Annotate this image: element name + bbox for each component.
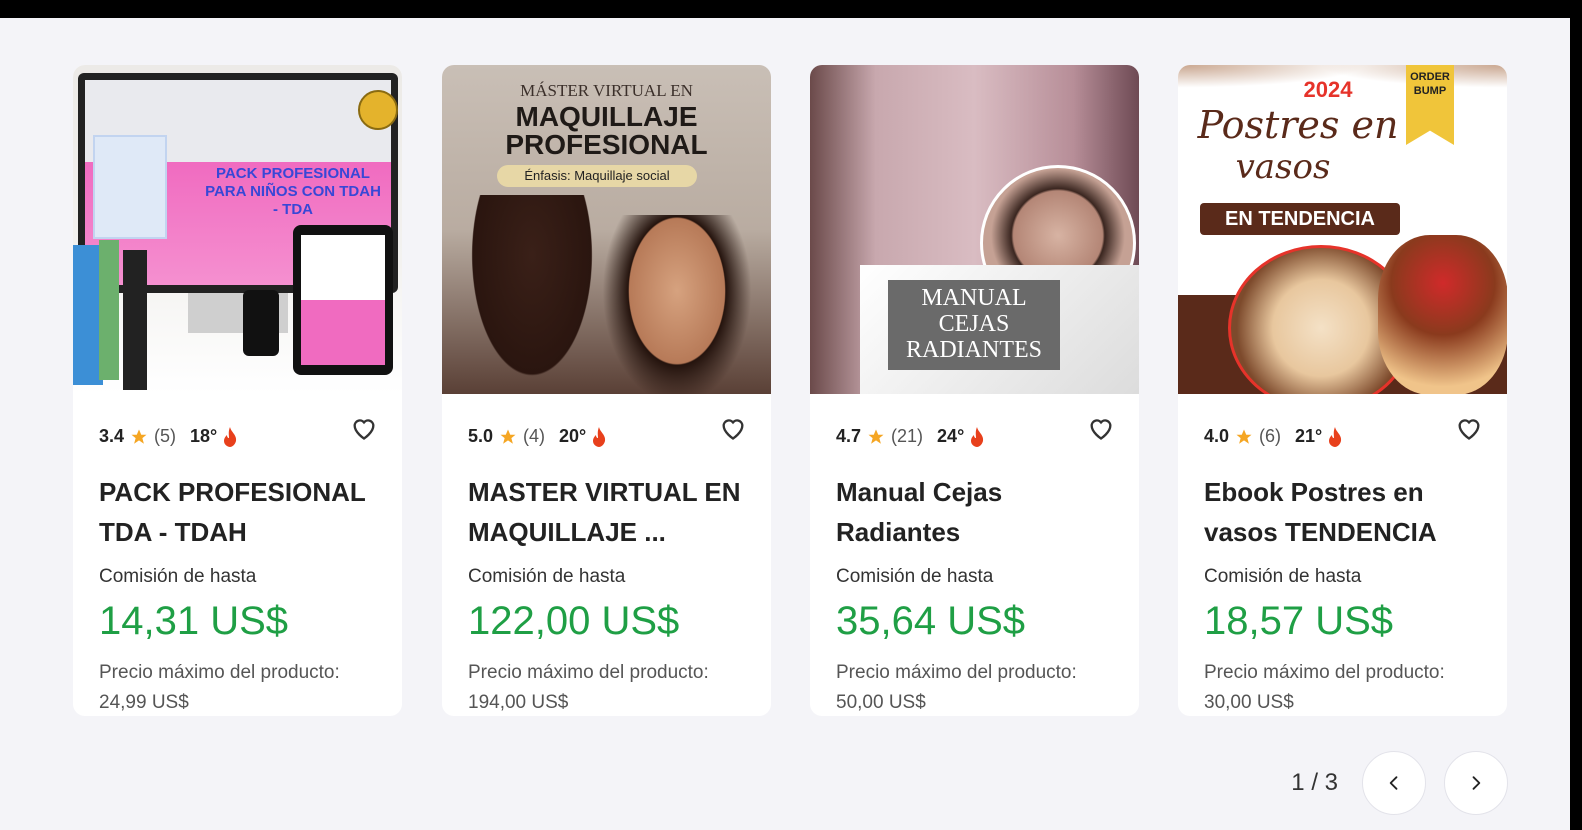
rating-value: 5.0 <box>468 426 494 446</box>
rating-row: 4.0 (6) 21° <box>1204 426 1342 447</box>
max-price-label: Precio máximo del producto: <box>468 662 709 683</box>
product-card[interactable]: MÁSTER VIRTUAL EN MAQUILLAJE PROFESIONAL… <box>442 65 771 716</box>
image-headline: MAQUILLAJE <box>515 101 698 132</box>
flame-icon <box>224 426 237 447</box>
heart-icon[interactable] <box>1455 414 1483 442</box>
max-price-label: Precio máximo del producto: <box>99 662 340 683</box>
image-headline-2: PROFESIONAL <box>505 129 708 160</box>
page-indicator: 1 / 3 <box>1291 769 1338 796</box>
heart-icon[interactable] <box>1087 414 1115 442</box>
image-year: 2024 <box>1303 77 1353 102</box>
image-headline-3: RADIANTES <box>906 337 1042 363</box>
max-price-value: 24,99 US$ <box>99 692 189 713</box>
commission-value: 14,31 US$ <box>99 599 289 643</box>
commission-value: 18,57 US$ <box>1204 599 1394 643</box>
max-price-label: Precio máximo del producto: <box>836 662 1077 683</box>
flame-icon <box>593 426 606 447</box>
image-tag: Énfasis: Maquillaje social <box>497 165 697 187</box>
review-count: (5) <box>154 426 177 446</box>
product-image[interactable]: MANUAL CEJAS RADIANTES <box>810 65 1139 394</box>
rating-value: 3.4 <box>99 426 125 446</box>
rating-value: 4.0 <box>1204 426 1230 446</box>
review-count: (4) <box>523 426 546 446</box>
product-image[interactable]: MÁSTER VIRTUAL EN MAQUILLAJE PROFESIONAL… <box>442 65 771 394</box>
product-title[interactable]: Ebook Postres en vasos TENDENCIA <box>1204 472 1484 552</box>
image-headline: Postres en <box>1197 103 1399 147</box>
product-image[interactable]: PACK PROFESIONAL PARA NIÑOS CON TDAH - T… <box>73 65 402 394</box>
review-count: (6) <box>1259 426 1282 446</box>
product-title[interactable]: PACK PROFESIONAL TDA - TDAH <box>99 472 379 552</box>
star-icon <box>868 429 884 444</box>
heart-icon[interactable] <box>719 414 747 442</box>
pagination: 1 / 3 <box>1291 751 1508 815</box>
max-price-label: Precio máximo del producto: <box>1204 662 1445 683</box>
max-price-value: 50,00 US$ <box>836 692 926 713</box>
product-title[interactable]: MASTER VIRTUAL EN MAQUILLAJE ... <box>468 472 748 552</box>
star-icon <box>1236 429 1252 444</box>
image-tag: EN TENDENCIA <box>1200 203 1400 235</box>
product-card[interactable]: PACK PROFESIONAL PARA NIÑOS CON TDAH - T… <box>73 65 402 716</box>
product-card[interactable]: MANUAL CEJAS RADIANTES 4.7 (21) 24° Manu… <box>810 65 1139 716</box>
max-price-value: 30,00 US$ <box>1204 692 1294 713</box>
review-count: (21) <box>891 426 924 446</box>
image-subtitle: MÁSTER VIRTUAL EN <box>520 81 693 100</box>
product-image[interactable]: 2024 Postres en vasos ORDER BUMP EN TEND… <box>1178 65 1507 394</box>
image-headline: MANUAL <box>921 285 1027 311</box>
star-icon <box>500 429 516 444</box>
star-icon <box>131 429 147 444</box>
rating-value: 4.7 <box>836 426 862 446</box>
rating-row: 3.4 (5) 18° <box>99 426 237 447</box>
badge-line-2: BUMP <box>1413 85 1447 97</box>
commission-value: 35,64 US$ <box>836 599 1026 643</box>
chevron-right-icon <box>1472 776 1481 790</box>
commission-label: Comisión de hasta <box>1204 566 1362 587</box>
chevron-left-icon <box>1389 776 1398 790</box>
heat-value: 20° <box>559 426 587 446</box>
flame-icon <box>971 426 984 447</box>
image-headline: PACK PROFESIONAL PARA NIÑOS CON TDAH - T… <box>205 165 381 218</box>
max-price-value: 194,00 US$ <box>468 692 569 713</box>
image-headline-2: vasos <box>1235 147 1331 187</box>
heart-icon[interactable] <box>350 414 378 442</box>
commission-label: Comisión de hasta <box>99 566 257 587</box>
image-headline-2: CEJAS <box>938 311 1010 337</box>
prev-page-button[interactable] <box>1362 751 1426 815</box>
next-page-button[interactable] <box>1444 751 1508 815</box>
commission-label: Comisión de hasta <box>468 566 626 587</box>
commission-label: Comisión de hasta <box>836 566 994 587</box>
heat-value: 21° <box>1295 426 1323 446</box>
flame-icon <box>1329 426 1342 447</box>
heat-value: 24° <box>937 426 965 446</box>
heat-value: 18° <box>190 426 218 446</box>
products-carousel: PACK PROFESIONAL PARA NIÑOS CON TDAH - T… <box>0 18 1570 830</box>
commission-value: 122,00 US$ <box>468 599 680 643</box>
product-card[interactable]: 2024 Postres en vasos ORDER BUMP EN TEND… <box>1178 65 1507 716</box>
rating-row: 4.7 (21) 24° <box>836 426 984 447</box>
rating-row: 5.0 (4) 20° <box>468 426 606 447</box>
product-title[interactable]: Manual Cejas Radiantes <box>836 472 1116 552</box>
badge-line-1: ORDER <box>1410 71 1450 83</box>
